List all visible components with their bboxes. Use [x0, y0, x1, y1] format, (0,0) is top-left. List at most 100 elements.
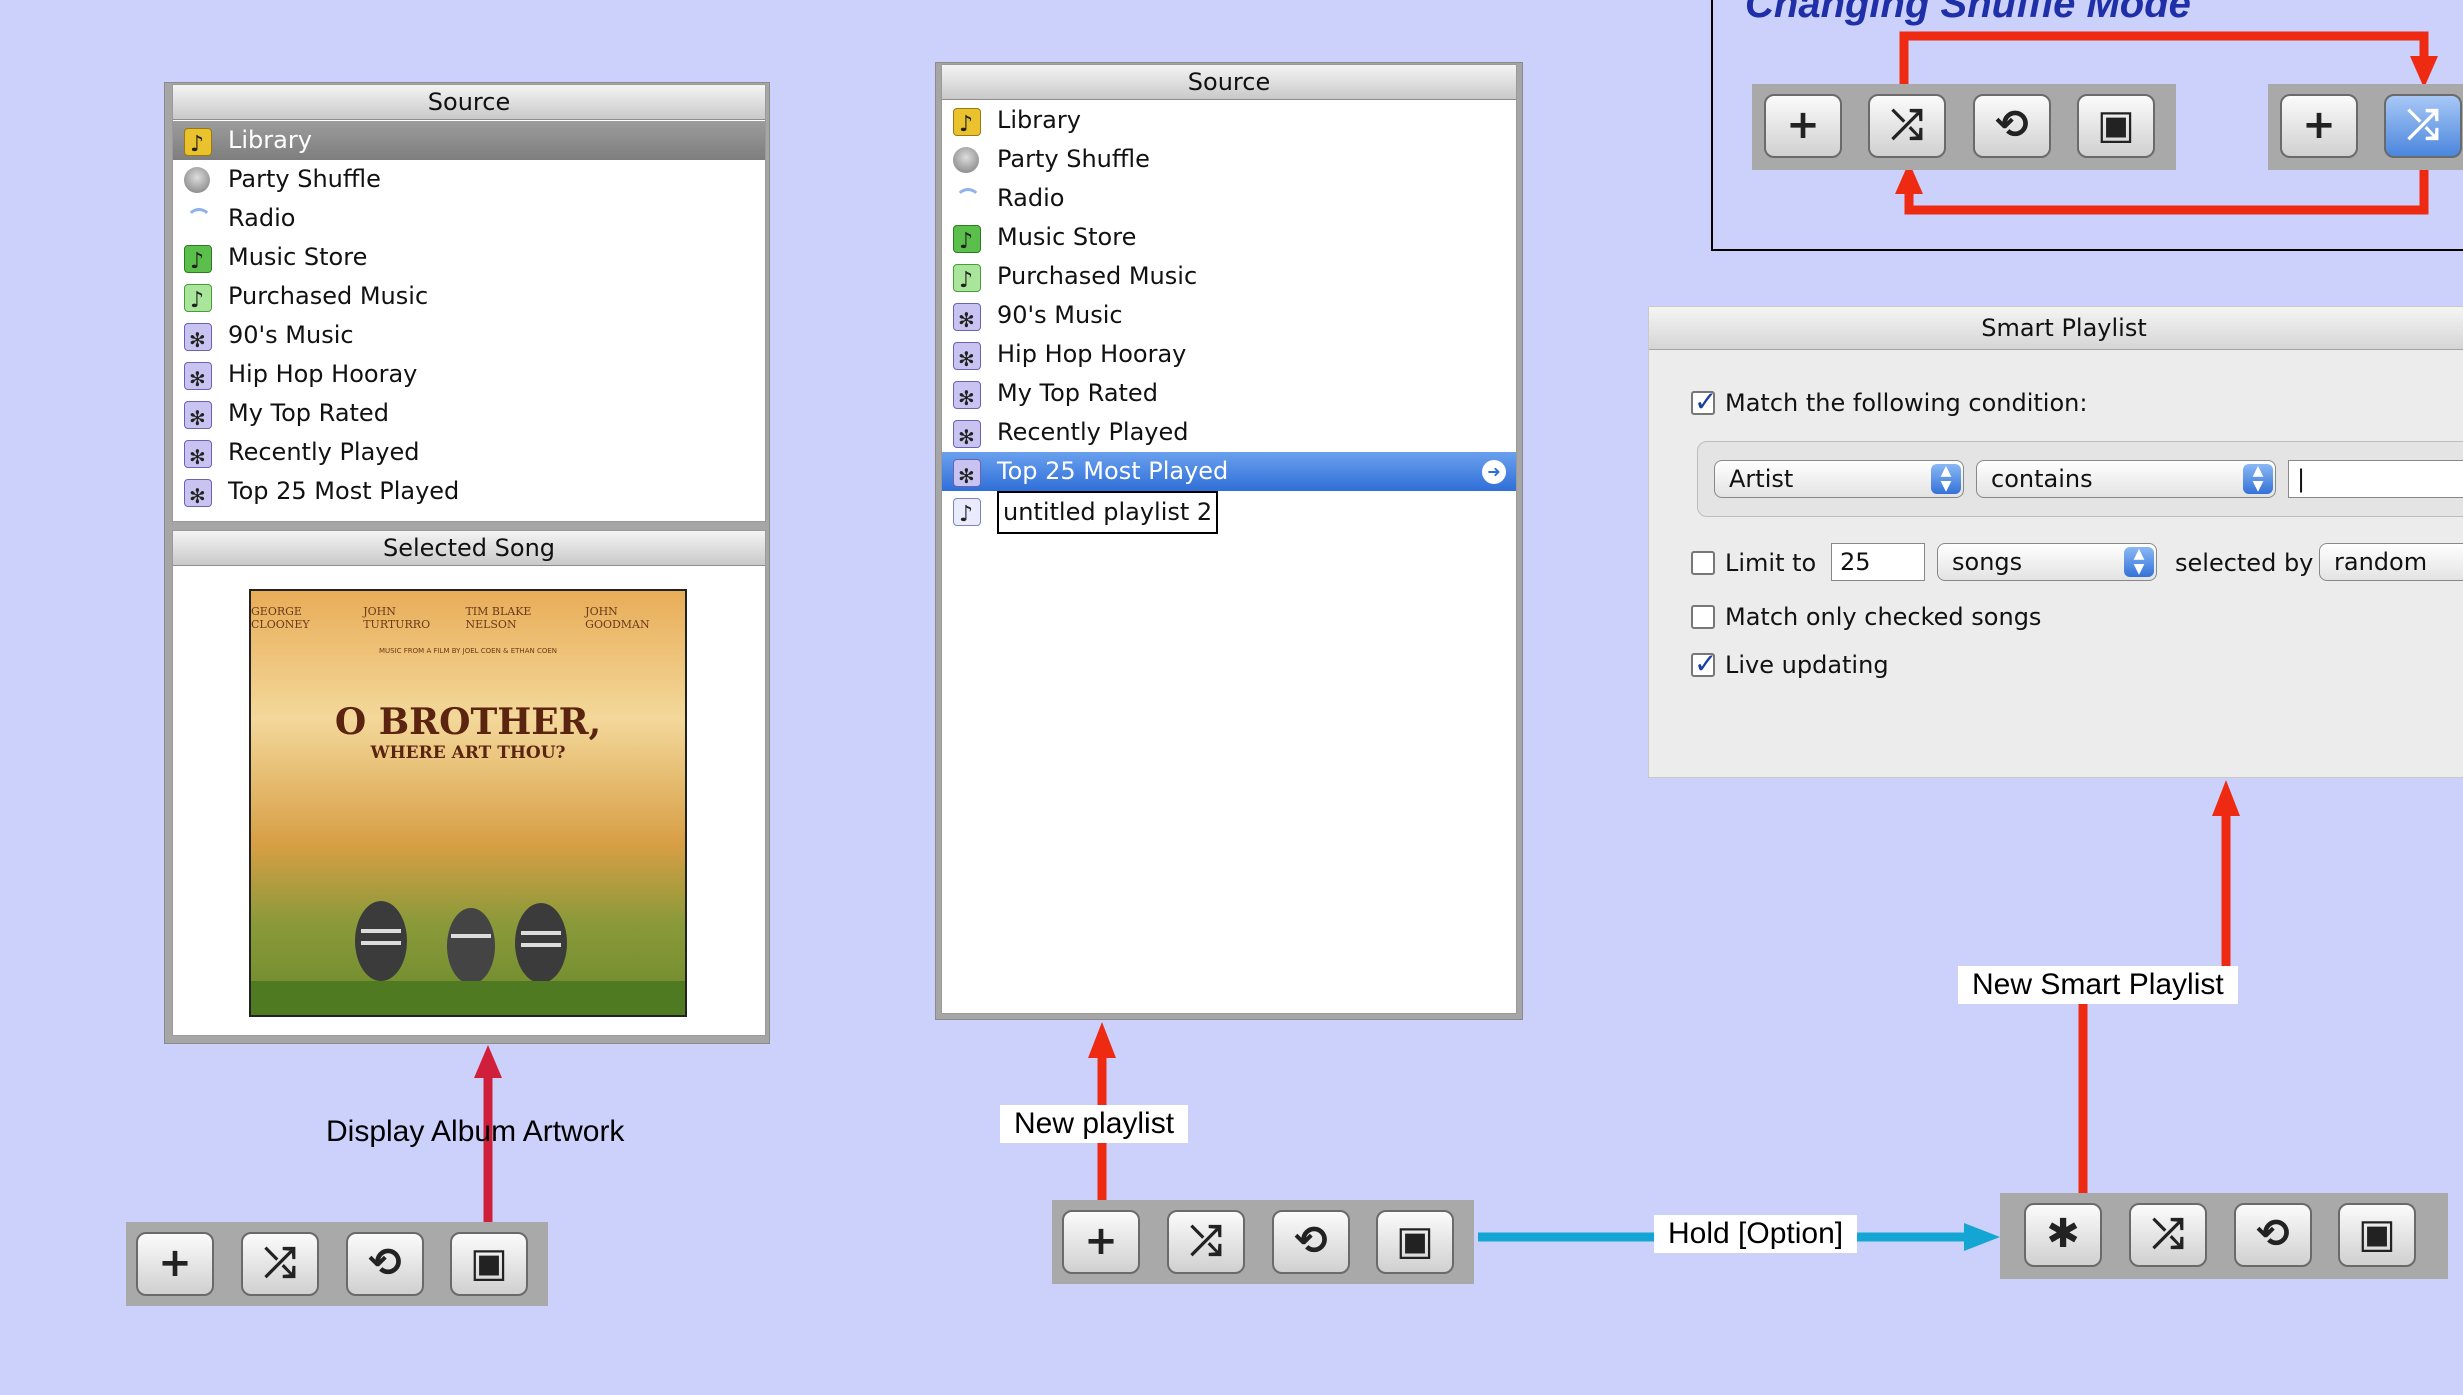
shuffle-button[interactable]: ⤮	[2129, 1203, 2207, 1267]
source-item-label: Recently Played	[997, 418, 1189, 446]
operator-value: contains	[1991, 465, 2093, 493]
source-item-label: Purchased Music	[997, 262, 1198, 290]
source-item[interactable]: Hip Hop Hooray	[942, 335, 1516, 379]
shuffle-off-toolbar: + ⤮ ⟲ ▣	[1752, 84, 2176, 170]
source-item[interactable]: untitled playlist 2	[942, 491, 1516, 534]
shuffle-button-active[interactable]: ⤮	[2384, 94, 2462, 158]
source-item[interactable]: Hip Hop Hooray	[173, 355, 765, 399]
selected-song-header: Selected Song	[173, 531, 765, 566]
album-actor: GEORGE CLOONEY	[251, 605, 310, 631]
source-item-label: Top 25 Most Played	[228, 477, 460, 505]
source-item[interactable]: 90's Music	[942, 296, 1516, 340]
smart-playlist-icon	[953, 457, 981, 496]
source-item-label: Library	[997, 106, 1081, 134]
album-artwork: GEORGE CLOONEY JOHN TURTURRO TIM BLAKE N…	[249, 589, 687, 1017]
library-icon	[184, 125, 212, 164]
source-item[interactable]: Radio	[942, 179, 1516, 218]
source-item-label: 90's Music	[228, 321, 354, 349]
source-item[interactable]: Music Store	[173, 238, 765, 281]
shuffle-button[interactable]: ⤮	[241, 1232, 319, 1296]
album-actor: TIM BLAKE NELSON	[465, 605, 532, 631]
match-condition-label: Match the following condition:	[1725, 389, 2088, 417]
field-popup[interactable]: Artist ▲ ▼	[1714, 460, 1964, 498]
smart-playlist-icon	[184, 438, 212, 477]
limit-label: Limit to	[1725, 549, 1817, 577]
source-item-label: Hip Hop Hooray	[228, 360, 418, 388]
party-shuffle-icon	[953, 147, 979, 173]
repeat-button[interactable]: ⟲	[1272, 1210, 1350, 1274]
match-checked-checkbox[interactable]	[1691, 605, 1715, 629]
smart-playlist-icon	[184, 399, 212, 438]
condition-row: Artist ▲ ▼ contains ▲ ▼ |	[1697, 441, 2463, 517]
smart-playlist-icon	[953, 340, 981, 379]
smart-playlist-icon	[953, 301, 981, 340]
radio-icon	[184, 206, 212, 232]
album-credit: MUSIC FROM A FILM BY JOEL COEN & ETHAN C…	[379, 647, 557, 655]
playlist-icon	[953, 495, 981, 534]
smart-playlist-icon	[953, 418, 981, 457]
source-item-label: Recently Played	[228, 438, 420, 466]
album-figures-illustration	[251, 901, 685, 1015]
smart-playlist-icon	[953, 379, 981, 418]
album-artwork-arrow-head	[474, 1045, 502, 1078]
repeat-button[interactable]: ⟲	[1973, 94, 2051, 158]
album-artwork-button[interactable]: ▣	[2077, 94, 2155, 158]
source-item[interactable]: My Top Rated	[173, 394, 765, 438]
popup-stepper-icon: ▲ ▼	[2243, 464, 2273, 494]
condition-value-field[interactable]: |	[2288, 460, 2463, 498]
source-item-label: Radio	[228, 204, 296, 232]
album-artwork-button[interactable]: ▣	[450, 1232, 528, 1296]
source-item[interactable]: Party Shuffle	[942, 140, 1516, 179]
limit-value-field[interactable]: 25	[1831, 543, 1925, 581]
limit-unit-popup[interactable]: songs ▲ ▼	[1937, 543, 2157, 581]
live-updating-checkbox[interactable]	[1691, 647, 1717, 680]
source-item[interactable]: Party Shuffle	[173, 160, 765, 199]
shuffle-button[interactable]: ⤮	[1868, 94, 1946, 158]
left-source-list: Source Library Party Shuffle Radio Music St…	[172, 84, 766, 522]
shuffle-button[interactable]: ⤮	[1167, 1210, 1245, 1274]
source-item[interactable]: Top 25 Most Played ➜	[942, 452, 1516, 496]
operator-popup[interactable]: contains ▲ ▼	[1976, 460, 2276, 498]
album-artwork-button[interactable]: ▣	[1376, 1210, 1454, 1274]
album-artwork-button[interactable]: ▣	[2338, 1203, 2416, 1267]
arrow-circle-icon[interactable]: ➜	[1482, 460, 1506, 484]
smart-playlist-icon	[184, 360, 212, 399]
selected-by-label: selected by	[2175, 549, 2314, 577]
source-item[interactable]: Purchased Music	[173, 277, 765, 320]
source-item-label: Music Store	[228, 243, 368, 271]
source-item[interactable]: My Top Rated	[942, 374, 1516, 418]
source-item[interactable]: 90's Music	[173, 316, 765, 360]
source-header: Source	[173, 85, 765, 120]
limit-checkbox[interactable]	[1691, 551, 1715, 575]
new-smart-playlist-button[interactable]: ✱	[2024, 1203, 2102, 1267]
middle-toolbar: + ⤮ ⟲ ▣	[1052, 1200, 1474, 1284]
source-item-label: 90's Music	[997, 301, 1123, 329]
source-item[interactable]: Library	[173, 121, 765, 164]
limit-unit-value: songs	[1952, 548, 2023, 576]
dialog-title: Smart Playlist	[1649, 307, 2463, 350]
live-updating-label: Live updating	[1725, 651, 1889, 679]
repeat-button[interactable]: ⟲	[2234, 1203, 2312, 1267]
source-item[interactable]: Recently Played	[173, 433, 765, 477]
display-album-artwork-label: Display Album Artwork	[326, 1115, 625, 1148]
hold-option-label: Hold [Option]	[1654, 1215, 1858, 1253]
selected-by-popup[interactable]: random	[2319, 543, 2463, 581]
option-toolbar: ✱ ⤮ ⟲ ▣	[2000, 1193, 2448, 1279]
add-button[interactable]: +	[1764, 94, 1842, 158]
add-button[interactable]: +	[136, 1232, 214, 1296]
source-item[interactable]: Purchased Music	[942, 257, 1516, 300]
source-item[interactable]: Radio	[173, 199, 765, 238]
add-button[interactable]: +	[2280, 94, 2358, 158]
match-checked-label: Match only checked songs	[1725, 603, 2042, 631]
source-item[interactable]: Library	[942, 101, 1516, 144]
source-item[interactable]: Top 25 Most Played	[173, 472, 765, 516]
album-actor: JOHN GOODMAN	[585, 605, 650, 631]
source-item[interactable]: Music Store	[942, 218, 1516, 261]
add-button[interactable]: +	[1062, 1210, 1140, 1274]
source-item[interactable]: Recently Played	[942, 413, 1516, 457]
popup-stepper-icon: ▲ ▼	[1931, 464, 1961, 494]
repeat-button[interactable]: ⟲	[346, 1232, 424, 1296]
match-condition-checkbox[interactable]	[1691, 385, 1717, 418]
middle-source-list: Source Library Party Shuffle Radio Music St…	[941, 64, 1517, 1014]
source-item-label: Purchased Music	[228, 282, 429, 310]
